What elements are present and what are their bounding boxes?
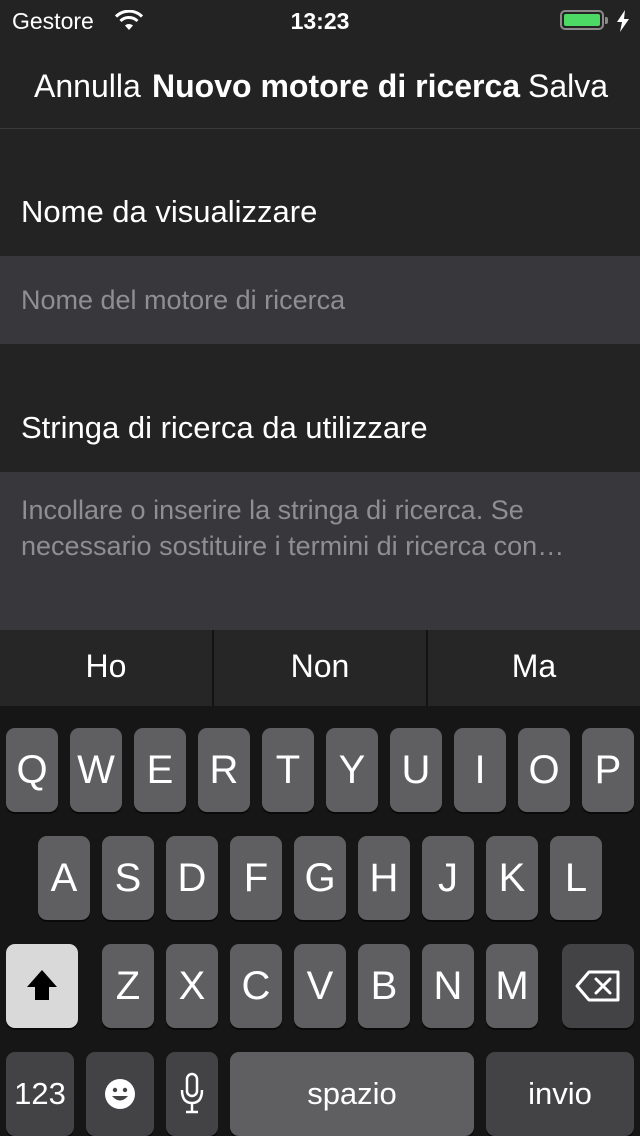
- microphone-key[interactable]: [166, 1052, 218, 1136]
- microphone-icon: [180, 1072, 204, 1114]
- key-d[interactable]: D: [166, 836, 218, 920]
- clock: 13:23: [290, 8, 350, 34]
- display-name-label: Nome da visualizzare: [21, 194, 318, 229]
- emoji-key[interactable]: [86, 1052, 154, 1136]
- key-v[interactable]: V: [294, 944, 346, 1028]
- cancel-button[interactable]: Annulla: [34, 68, 141, 105]
- charging-bolt-icon: [616, 10, 630, 32]
- delete-icon: [575, 970, 620, 1002]
- key-g[interactable]: G: [294, 836, 346, 920]
- space-key[interactable]: spazio: [230, 1052, 474, 1136]
- key-n[interactable]: N: [422, 944, 474, 1028]
- key-j[interactable]: J: [422, 836, 474, 920]
- shift-key[interactable]: [6, 944, 78, 1028]
- key-l[interactable]: L: [550, 836, 602, 920]
- key-c[interactable]: C: [230, 944, 282, 1028]
- key-s[interactable]: S: [102, 836, 154, 920]
- key-f[interactable]: F: [230, 836, 282, 920]
- key-t[interactable]: T: [262, 728, 314, 812]
- save-button[interactable]: Salva: [528, 68, 608, 105]
- page-title: Nuovo motore di ricerca: [152, 68, 521, 104]
- battery-icon: [560, 10, 608, 30]
- key-e[interactable]: E: [134, 728, 186, 812]
- key-a[interactable]: A: [38, 836, 90, 920]
- shift-icon: [27, 970, 57, 1000]
- search-string-field[interactable]: Incollare o inserire la stringa di ricer…: [0, 472, 640, 630]
- key-w[interactable]: W: [70, 728, 122, 812]
- key-k[interactable]: K: [486, 836, 538, 920]
- key-p[interactable]: P: [582, 728, 634, 812]
- display-name-field[interactable]: Nome del motore di ricerca: [0, 256, 640, 344]
- status-bar: Gestore 13:23: [0, 0, 640, 40]
- return-key[interactable]: invio: [486, 1052, 634, 1136]
- search-string-label: Stringa di ricerca da utilizzare: [21, 410, 428, 445]
- key-q[interactable]: Q: [6, 728, 58, 812]
- key-z[interactable]: Z: [102, 944, 154, 1028]
- numbers-key[interactable]: 123: [6, 1052, 74, 1136]
- key-m[interactable]: M: [486, 944, 538, 1028]
- suggestion-3[interactable]: Ma: [428, 630, 640, 706]
- key-b[interactable]: B: [358, 944, 410, 1028]
- key-o[interactable]: O: [518, 728, 570, 812]
- search-string-placeholder: Incollare o inserire la stringa di ricer…: [21, 495, 565, 561]
- key-r[interactable]: R: [198, 728, 250, 812]
- suggestion-2[interactable]: Non: [214, 630, 426, 706]
- key-x[interactable]: X: [166, 944, 218, 1028]
- key-y[interactable]: Y: [326, 728, 378, 812]
- display-name-placeholder: Nome del motore di ricerca: [21, 285, 346, 315]
- key-u[interactable]: U: [390, 728, 442, 812]
- delete-key[interactable]: [562, 944, 634, 1028]
- key-i[interactable]: I: [454, 728, 506, 812]
- predictive-bar: Ho Non Ma: [0, 630, 640, 706]
- suggestion-1[interactable]: Ho: [0, 630, 212, 706]
- keyboard: Ho Non Ma Q W E R T Y U I O P A S D F G …: [0, 630, 640, 1136]
- emoji-icon: [105, 1079, 135, 1109]
- key-h[interactable]: H: [358, 836, 410, 920]
- navigation-bar: Annulla Nuovo motore di ricerca Salva: [0, 40, 640, 129]
